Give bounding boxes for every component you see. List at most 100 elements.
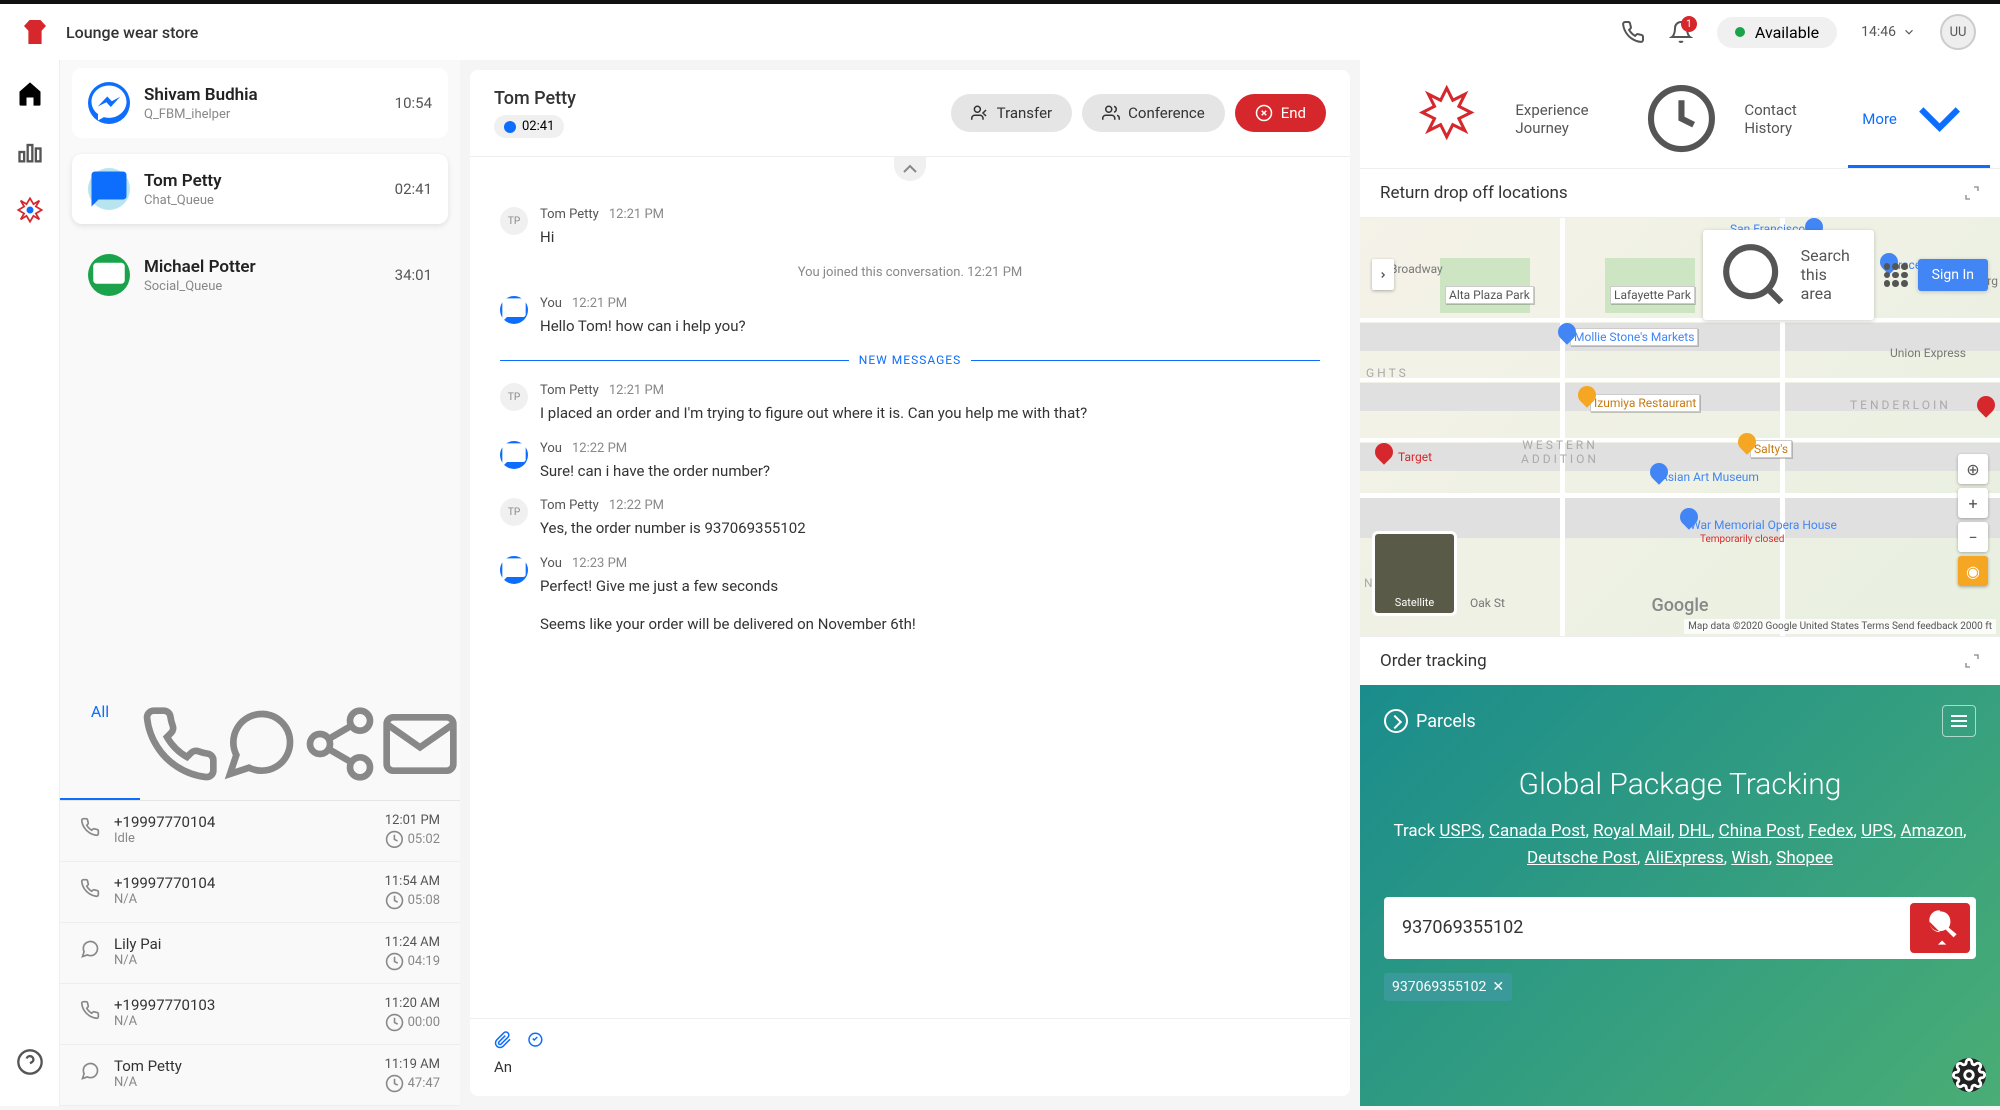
- history-sub: N/A: [114, 892, 371, 907]
- tab-experience-journey[interactable]: Experience Journey: [1370, 72, 1607, 168]
- chat-icon: [80, 939, 100, 963]
- map-pegman-icon[interactable]: ◉: [1958, 556, 1988, 586]
- tab-contact-history[interactable]: Contact History: [1611, 72, 1822, 168]
- conversation-card[interactable]: Michael Potter Social_Queue 34:01: [72, 240, 448, 310]
- history-item[interactable]: +19997770104Idle 12:01 PM 05:02: [60, 801, 460, 862]
- history-duration: 00:00: [385, 1013, 440, 1032]
- map-locate-icon[interactable]: ⊕: [1958, 454, 1988, 484]
- message-row: You12:23 PMPerfect! Give me just a few s…: [500, 556, 1320, 636]
- map-panel-title: Return drop off locations: [1380, 183, 1568, 203]
- message-text: Yes, the order number is 937069355102: [540, 517, 1320, 540]
- history-time: 11:19 AM: [385, 1057, 440, 1072]
- conversation-name: Michael Potter: [144, 257, 381, 277]
- chat-icon: [80, 1061, 100, 1085]
- nav-analytics-icon[interactable]: [16, 138, 44, 166]
- map-label: Mollie Stone's Markets: [1570, 328, 1698, 346]
- hamburger-icon[interactable]: [1942, 705, 1976, 737]
- chat-dot-icon: [504, 121, 516, 133]
- carrier-link[interactable]: China Post: [1719, 821, 1801, 841]
- filter-all-tab[interactable]: All: [60, 690, 140, 800]
- avatar-you: [500, 296, 528, 324]
- collapse-icon[interactable]: [894, 157, 926, 181]
- history-time: 11:24 AM: [385, 935, 440, 950]
- filter-tabs: All: [60, 690, 460, 801]
- conversation-time: 10:54: [395, 94, 432, 112]
- phone-icon: [80, 878, 100, 902]
- chat-icon: [88, 168, 130, 210]
- tab-more[interactable]: More: [1848, 72, 1990, 168]
- map-widget[interactable]: San Francisco Car Museum Broadway Grace …: [1360, 217, 2000, 637]
- new-messages-separator: NEW MESSAGES: [500, 353, 1320, 367]
- help-icon[interactable]: [16, 1048, 44, 1076]
- filter-chat-tab[interactable]: [220, 690, 300, 800]
- carrier-link[interactable]: UPS: [1861, 821, 1893, 841]
- carrier-link[interactable]: DHL: [1679, 821, 1711, 841]
- map-zoom-in-icon[interactable]: +: [1958, 488, 1988, 518]
- history-duration: 04:19: [385, 952, 440, 971]
- map-expand-side-icon[interactable]: [1372, 259, 1394, 290]
- expand-icon[interactable]: [1964, 185, 1980, 201]
- track-search-button[interactable]: [1910, 903, 1970, 953]
- message-input[interactable]: [494, 1058, 1326, 1076]
- transfer-button[interactable]: Transfer: [951, 94, 1072, 132]
- tracking-input[interactable]: [1390, 905, 1902, 950]
- gear-icon[interactable]: [1952, 1058, 1986, 1092]
- track-panel-title: Order tracking: [1380, 651, 1487, 671]
- message-row: You12:21 PMHello Tom! how can i help you…: [500, 296, 1320, 338]
- carrier-link[interactable]: Royal Mail: [1593, 821, 1671, 841]
- history-time: 11:20 AM: [385, 996, 440, 1011]
- user-avatar[interactable]: UU: [1940, 14, 1976, 50]
- conversation-card[interactable]: Shivam Budhia Q_FBM_ihelper 10:54: [72, 68, 448, 138]
- conversation-card[interactable]: Tom Petty Chat_Queue 02:41: [72, 154, 448, 224]
- carrier-link[interactable]: Canada Post: [1489, 821, 1586, 841]
- store-name: Lounge wear store: [66, 23, 198, 42]
- track-chip[interactable]: 937069355102 ✕: [1384, 973, 1512, 1001]
- map-search-button[interactable]: Search this area: [1703, 230, 1873, 319]
- map-apps-icon[interactable]: [1884, 263, 1908, 287]
- nav-home-icon[interactable]: [16, 80, 44, 108]
- track-description: Track USPS, Canada Post, Royal Mail, DHL…: [1384, 818, 1976, 872]
- close-icon[interactable]: ✕: [1492, 979, 1504, 995]
- carrier-link[interactable]: Shopee: [1776, 848, 1833, 868]
- history-name: +19997770104: [114, 813, 371, 831]
- availability-label: Available: [1755, 23, 1819, 42]
- carrier-link[interactable]: Fedex: [1808, 821, 1853, 841]
- map-satellite-toggle[interactable]: Satellite: [1372, 531, 1457, 616]
- map-attribution: Map data ©2020 Google United States Term…: [1684, 619, 1996, 634]
- history-item[interactable]: Lily PaiN/A 11:24 AM 04:19: [60, 923, 460, 984]
- history-item[interactable]: +19997770104N/A 11:54 AM 05:08: [60, 862, 460, 923]
- attachment-icon[interactable]: [494, 1031, 512, 1049]
- map-label: Oak St: [1470, 596, 1505, 610]
- carrier-link[interactable]: USPS: [1439, 821, 1481, 841]
- expand-icon[interactable]: [1964, 653, 1980, 669]
- bell-icon[interactable]: 1: [1669, 20, 1693, 44]
- availability-dropdown[interactable]: Available: [1717, 17, 1837, 48]
- nav-jack-icon[interactable]: [16, 196, 44, 224]
- avatar-you: [500, 556, 528, 584]
- map-signin-button[interactable]: Sign In: [1918, 259, 1988, 291]
- conference-button[interactable]: Conference: [1082, 94, 1225, 132]
- clock-display[interactable]: 14:46: [1861, 24, 1916, 40]
- system-message: You joined this conversation. 12:21 PM: [500, 265, 1320, 280]
- filter-social-tab[interactable]: [300, 690, 380, 800]
- message-sender: Tom Petty: [540, 383, 599, 398]
- conversation-time: 02:41: [395, 180, 432, 198]
- history-item[interactable]: +19997770103N/A 11:20 AM 00:00: [60, 984, 460, 1045]
- map-label: GHTS: [1366, 366, 1409, 380]
- message-time: 12:21 PM: [572, 296, 627, 311]
- history-list: +19997770104Idle 12:01 PM 05:02 +1999777…: [60, 801, 460, 1106]
- whatsapp-icon[interactable]: [526, 1031, 544, 1049]
- carrier-link[interactable]: Wish: [1731, 848, 1768, 868]
- carrier-link[interactable]: AliExpress: [1645, 848, 1724, 868]
- message-text: Hi: [540, 226, 1320, 249]
- filter-email-tab[interactable]: [380, 690, 460, 800]
- avatar-tp: TP: [500, 383, 528, 411]
- history-item[interactable]: Tom PettyN/A 11:19 AM 47:47: [60, 1045, 460, 1106]
- carrier-link[interactable]: Deutsche Post: [1527, 848, 1637, 868]
- end-button[interactable]: End: [1235, 94, 1326, 132]
- phone-icon[interactable]: [1621, 20, 1645, 44]
- map-zoom-out-icon[interactable]: −: [1958, 522, 1988, 552]
- message-time: 12:23 PM: [572, 556, 627, 571]
- carrier-link[interactable]: Amazon: [1901, 821, 1964, 841]
- filter-phone-tab[interactable]: [140, 690, 220, 800]
